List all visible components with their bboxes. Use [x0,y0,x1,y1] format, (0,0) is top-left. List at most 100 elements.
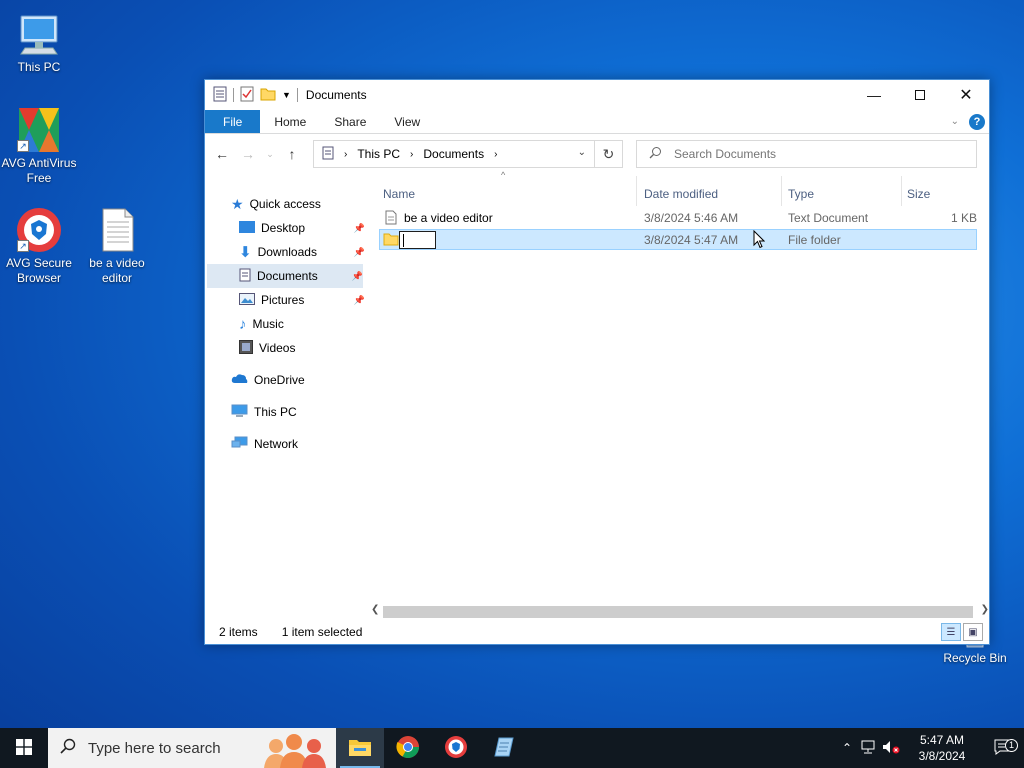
new-folder-icon[interactable] [260,86,276,105]
nav-item-quick-access[interactable]: ★ Quick access [231,192,321,216]
network-icon [231,436,248,453]
breadcrumb-separator[interactable]: › [344,149,347,160]
breadcrumb-this-pc[interactable]: This PC [357,147,400,161]
nav-item-desktop[interactable]: Desktop 📌 [239,216,365,240]
minimize-button[interactable]: — [851,80,897,110]
chevron-down-icon: ⌄ [266,148,274,159]
nav-item-network[interactable]: Network [231,432,298,456]
film-icon [239,339,253,357]
clock[interactable]: 5:47 AM 3/8/2024 [902,732,982,764]
pictures-icon [239,292,255,308]
column-divider[interactable] [781,176,782,206]
taskbar: Type here to search ⌃ 5:47 AM 3/8/2024 1 [0,728,1024,768]
tab-file[interactable]: File [205,110,261,133]
tab-share[interactable]: Share [320,110,380,133]
pin-icon[interactable]: 📌 [354,223,365,234]
chrome-icon [396,735,420,762]
desktop-icon-label: be a video editor [89,256,145,285]
back-button[interactable]: ← [211,143,233,165]
taskbar-search-box[interactable]: Type here to search [48,728,336,768]
chevron-down-icon[interactable]: ▼ [282,90,291,100]
nav-label: OneDrive [254,373,305,387]
pin-icon[interactable]: 📌 [354,295,365,306]
up-button[interactable]: ↑ [281,143,303,165]
notification-count-badge: 1 [1005,738,1018,752]
column-header-date[interactable]: Date modified [644,182,779,206]
nav-label: Desktop [261,221,306,235]
nav-item-downloads[interactable]: ⬇ Downloads 📌 [239,240,365,264]
file-explorer-window: ▼ Documents — ✕ File Home Share View ⌄ ?… [204,79,990,645]
column-divider[interactable] [901,176,902,206]
file-date: 3/8/2024 5:46 AM [644,211,739,225]
column-header-size[interactable]: Size [907,182,967,206]
column-header-name[interactable]: Name [383,182,633,206]
desktop-icon-avg-antivirus[interactable]: ↗ AVG AntiVirus Free [0,106,78,186]
help-icon[interactable]: ? [969,113,985,130]
scrollbar-thumb[interactable] [383,606,973,618]
column-header-type[interactable]: Type [788,182,898,206]
table-row[interactable]: 3/8/2024 5:47 AM File folder [379,229,977,250]
nav-item-this-pc[interactable]: This PC [231,400,297,424]
desktop-icon-label: AVG Secure Browser [6,256,72,285]
breadcrumb-separator[interactable]: › [410,149,413,160]
text-document-icon [385,210,397,228]
desktop-icon-text-file[interactable]: be a video editor [78,206,156,286]
search-input[interactable] [674,147,954,161]
pin-icon[interactable]: 📌 [352,271,363,282]
taskbar-avg-browser[interactable] [432,728,480,768]
pin-icon[interactable]: 📌 [354,247,365,258]
taskbar-chrome[interactable] [384,728,432,768]
file-name: be a video editor [404,211,493,225]
large-icons-view-icon[interactable]: ▣ [963,623,983,641]
recent-locations-button[interactable]: ⌄ [263,143,277,165]
nav-item-onedrive[interactable]: OneDrive [231,368,305,392]
desktop-icon-label: AVG AntiVirus Free [1,156,77,185]
nav-item-videos[interactable]: Videos [239,336,295,360]
table-row[interactable]: be a video editor 3/8/2024 5:46 AM Text … [379,208,977,229]
sort-arrow-icon: ^ [501,170,506,180]
tab-view[interactable]: View [380,110,434,133]
status-bar: 2 items 1 item selected ☰ ▣ [205,620,989,644]
breadcrumb-separator[interactable]: › [494,149,497,160]
documents-icon [239,268,251,285]
action-center-button[interactable]: 1 [982,738,1024,758]
expand-ribbon-icon[interactable]: ⌄ [951,116,959,127]
download-arrow-icon: ⬇ [239,244,252,261]
address-history-dropdown[interactable]: ⌄ [578,147,586,158]
desktop-icon-this-pc[interactable]: This PC [0,10,78,75]
refresh-button[interactable]: ↻ [594,141,622,167]
taskbar-file-explorer[interactable] [336,728,384,768]
taskbar-notepad[interactable] [480,728,528,768]
chevron-up-icon[interactable]: ⌃ [836,741,858,755]
tab-home[interactable]: Home [260,110,320,133]
properties-icon[interactable] [213,86,227,105]
nav-item-music[interactable]: ♪ Music [239,312,284,336]
file-type: Text Document [788,211,869,225]
search-box[interactable] [636,140,977,168]
volume-muted-icon[interactable] [880,740,902,757]
close-button[interactable]: ✕ [943,80,989,110]
nav-label: Music [252,317,284,331]
checkmark-properties-icon[interactable] [240,86,254,105]
column-divider[interactable] [636,176,637,206]
desktop-icon-label: This PC [17,60,61,74]
desktop-icon-avg-browser[interactable]: ↗ AVG Secure Browser [0,206,78,286]
details-view-icon[interactable]: ☰ [941,623,961,641]
scroll-right-icon[interactable]: ❯ [981,604,989,615]
start-button[interactable] [0,728,48,768]
scroll-left-icon[interactable]: ❮ [371,604,379,615]
rename-input[interactable] [399,231,436,249]
maximize-button[interactable] [897,80,943,110]
nav-item-pictures[interactable]: Pictures 📌 [239,288,365,312]
computer-icon [15,10,63,58]
breadcrumb-documents[interactable]: Documents [423,147,484,161]
shortcut-arrow-icon: ↗ [17,140,29,152]
address-bar[interactable]: › This PC › Documents › ⌄ ↻ [313,140,623,168]
close-icon: ✕ [959,87,973,104]
nav-label: Videos [259,341,296,355]
nav-item-documents[interactable]: Documents 📌 [207,264,363,288]
horizontal-scrollbar[interactable]: ❮ ❯ [369,604,991,621]
windows-logo-icon [16,738,32,758]
forward-button[interactable]: → [237,143,259,165]
network-icon[interactable] [858,740,880,757]
